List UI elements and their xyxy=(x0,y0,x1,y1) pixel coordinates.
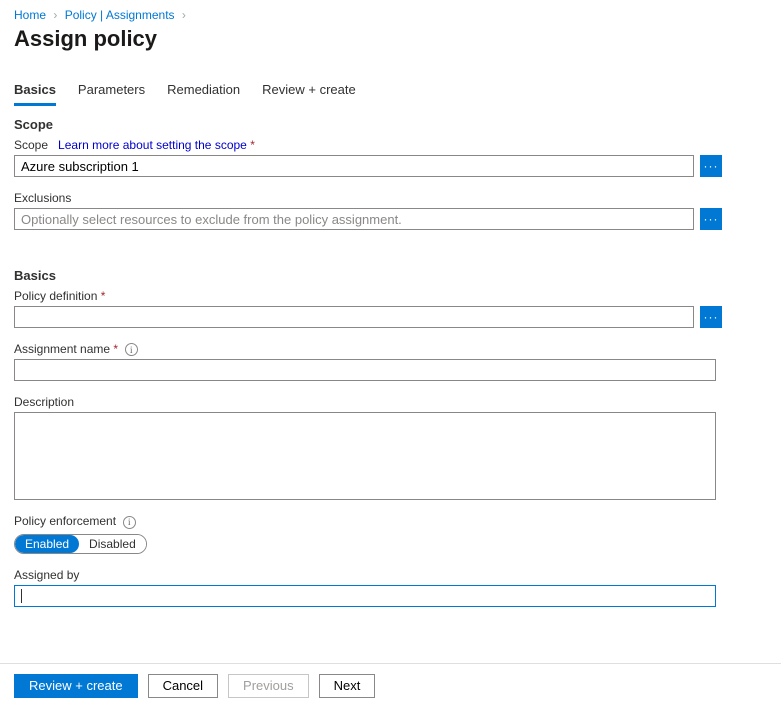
assigned-by-label: Assigned by xyxy=(14,568,79,582)
assigned-by-input[interactable] xyxy=(14,585,716,607)
breadcrumb-policy-assignments[interactable]: Policy | Assignments xyxy=(65,8,175,22)
policy-enforcement-label: Policy enforcement xyxy=(14,514,116,528)
policy-definition-picker-button[interactable]: ··· xyxy=(700,306,722,328)
next-button[interactable]: Next xyxy=(319,674,376,698)
exclusions-input[interactable] xyxy=(14,208,694,230)
policy-enforcement-toggle[interactable]: Enabled Disabled xyxy=(14,534,147,554)
description-textarea[interactable] xyxy=(14,412,716,500)
footer-action-bar: Review + create Cancel Previous Next xyxy=(0,663,781,708)
scope-section-title: Scope xyxy=(14,117,767,132)
toggle-option-disabled[interactable]: Disabled xyxy=(79,535,146,553)
required-asterisk: * xyxy=(250,138,255,152)
info-icon[interactable]: i xyxy=(123,516,136,529)
policy-definition-label: Policy definition xyxy=(14,289,97,303)
page-title: Assign policy xyxy=(14,26,767,52)
review-create-button[interactable]: Review + create xyxy=(14,674,138,698)
scope-picker-button[interactable]: ··· xyxy=(700,155,722,177)
breadcrumb: Home › Policy | Assignments › xyxy=(14,8,767,22)
required-asterisk: * xyxy=(101,289,106,303)
scope-input[interactable] xyxy=(14,155,694,177)
scope-learn-more-link[interactable]: Learn more about setting the scope xyxy=(58,138,247,152)
chevron-right-icon: › xyxy=(49,8,61,22)
toggle-option-enabled[interactable]: Enabled xyxy=(15,535,79,553)
tab-review-create[interactable]: Review + create xyxy=(262,78,356,106)
assignment-name-input[interactable] xyxy=(14,359,716,381)
ellipsis-icon: ··· xyxy=(704,310,719,324)
previous-button: Previous xyxy=(228,674,309,698)
tab-bar: Basics Parameters Remediation Review + c… xyxy=(14,78,767,107)
tab-remediation[interactable]: Remediation xyxy=(167,78,240,106)
basics-section-title: Basics xyxy=(14,268,767,283)
assignment-name-label: Assignment name xyxy=(14,342,110,356)
chevron-right-icon: › xyxy=(178,8,190,22)
scope-label: Scope xyxy=(14,138,48,152)
ellipsis-icon: ··· xyxy=(704,212,719,226)
policy-definition-input[interactable] xyxy=(14,306,694,328)
breadcrumb-home[interactable]: Home xyxy=(14,8,46,22)
ellipsis-icon: ··· xyxy=(704,159,719,173)
tab-basics[interactable]: Basics xyxy=(14,78,56,106)
exclusions-picker-button[interactable]: ··· xyxy=(700,208,722,230)
exclusions-label: Exclusions xyxy=(14,191,71,205)
cancel-button[interactable]: Cancel xyxy=(148,674,218,698)
required-asterisk: * xyxy=(113,342,118,356)
info-icon[interactable]: i xyxy=(125,343,138,356)
description-label: Description xyxy=(14,395,74,409)
tab-parameters[interactable]: Parameters xyxy=(78,78,145,106)
